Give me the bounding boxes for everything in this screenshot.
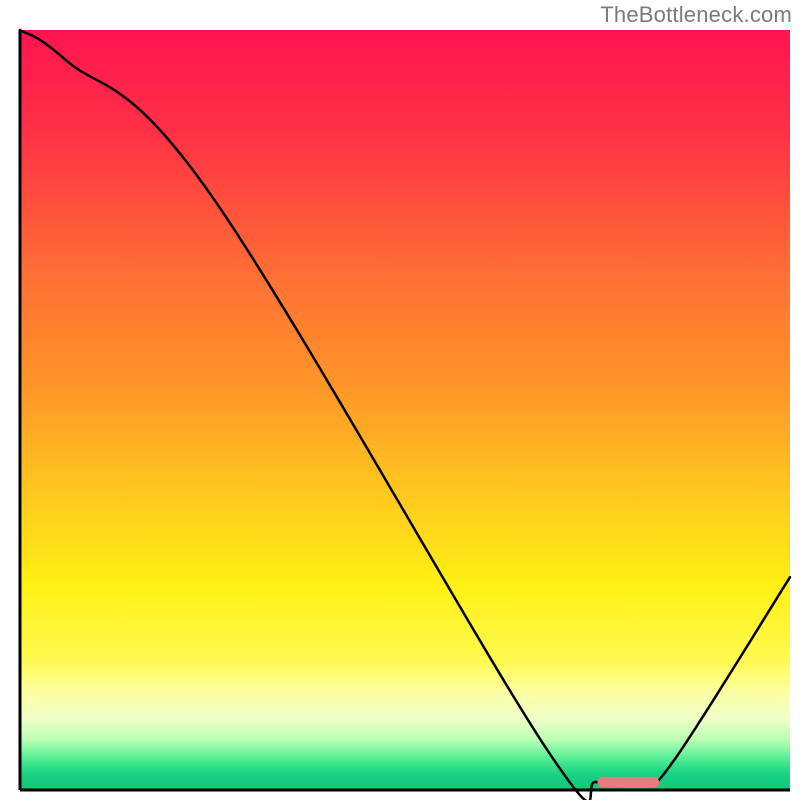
chart-container: { "attribution": "TheBottleneck.com", "c… — [0, 0, 800, 800]
plot-background — [20, 30, 790, 790]
bottleneck-chart — [0, 0, 800, 800]
optimal-marker — [598, 777, 660, 788]
attribution-text: TheBottleneck.com — [600, 2, 792, 28]
